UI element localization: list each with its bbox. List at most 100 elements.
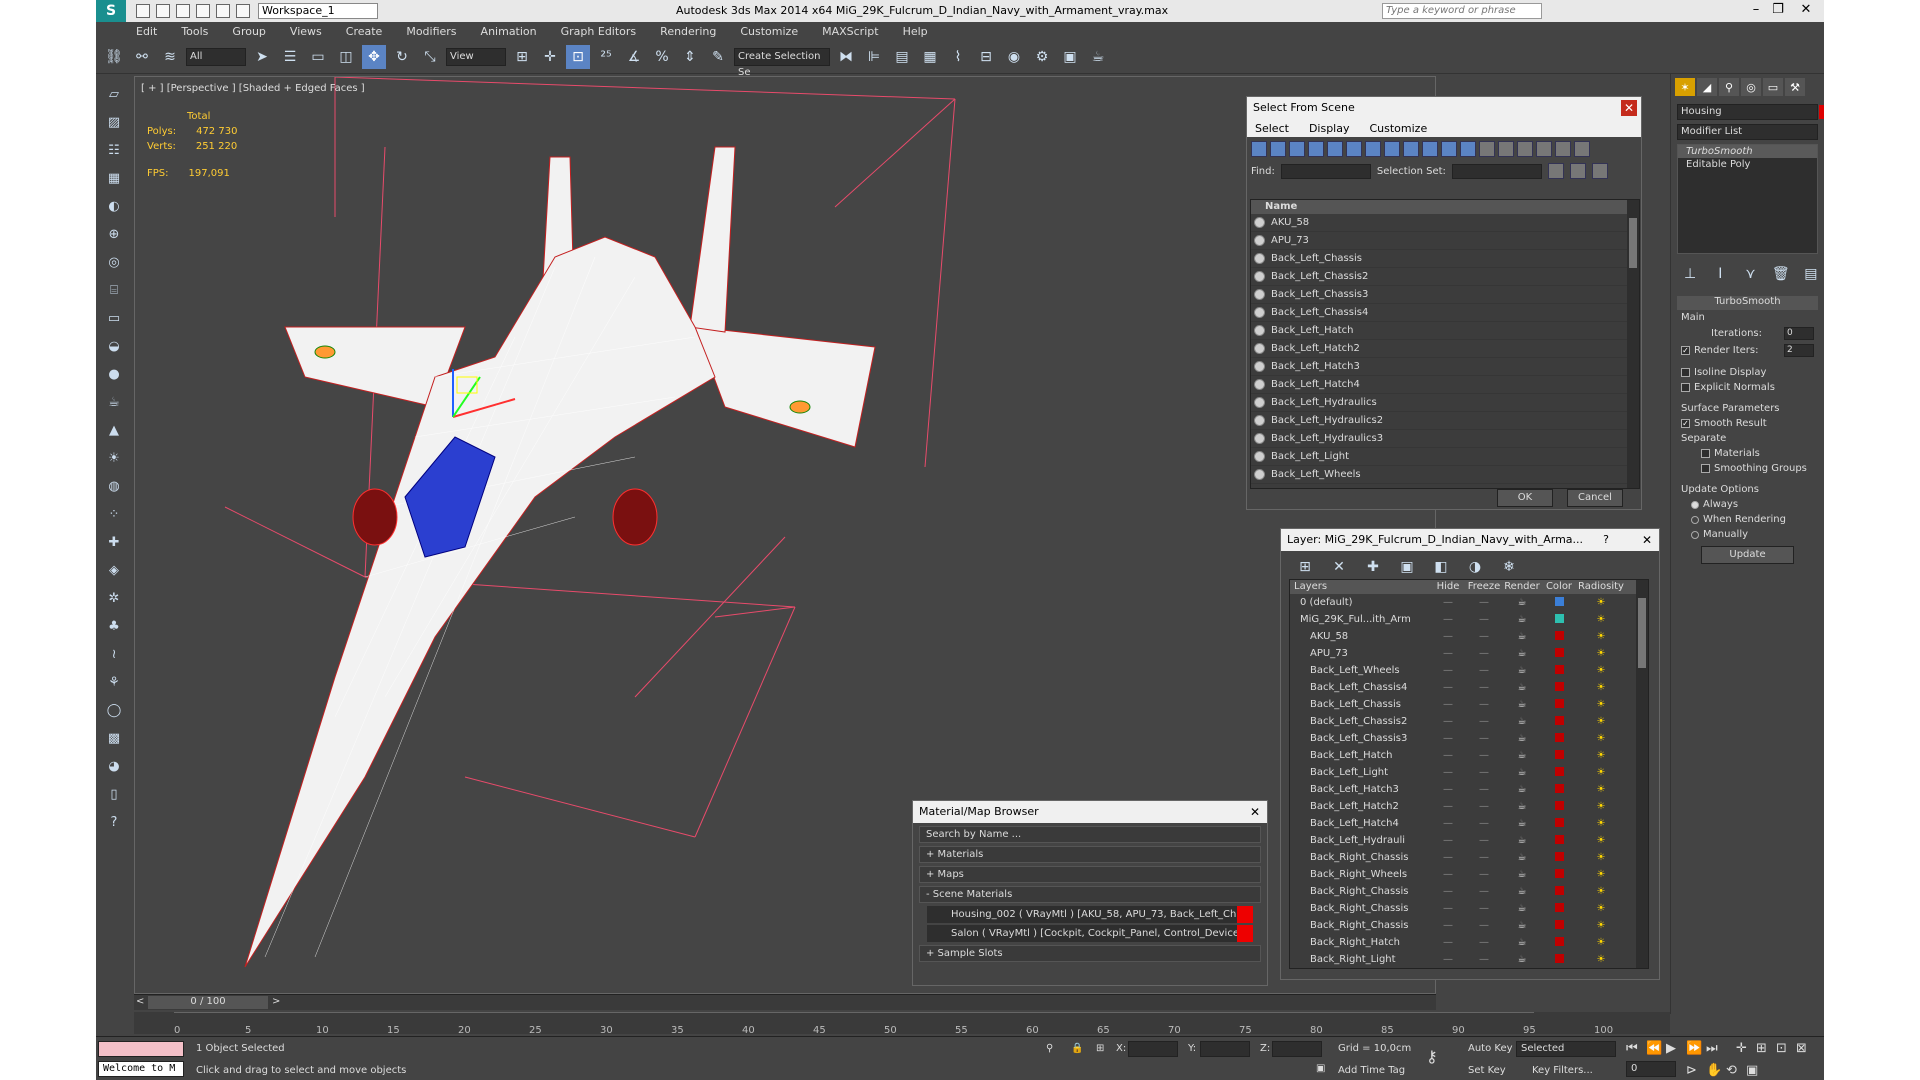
layer-color-cell[interactable] [1542,817,1576,830]
layer-row[interactable]: MiG_29K_Ful...ith_Arm — — ☕ ☀ [1290,611,1648,628]
col-radiosity[interactable]: Radiosity [1576,580,1626,594]
filter-geometry-icon[interactable] [1251,141,1267,157]
list-icon[interactable]: ☷ [102,138,126,162]
hide-toggle-icon[interactable]: — [1430,784,1466,795]
select-in-layer-icon[interactable]: ▣ [1395,555,1419,579]
layer-row[interactable]: Back_Right_Chassis — — ☕ ☀ [1290,883,1648,900]
menu-group[interactable]: Group [232,25,266,38]
freeze-toggle-icon[interactable]: — [1466,954,1502,965]
layer-row[interactable]: Back_Right_Chassis — — ☕ ☀ [1290,900,1648,917]
funnel-icon[interactable] [1536,141,1552,157]
next-frame-icon[interactable]: ⏩ [1686,1041,1702,1056]
layer-row[interactable]: Back_Left_Chassis3— — ☕ ☀ [1290,730,1648,747]
render-toggle-icon[interactable]: ☕ [1502,716,1542,727]
layer-name[interactable]: Back_Left_Chassis4 [1290,682,1430,693]
layer-color-cell[interactable] [1542,902,1576,915]
grid-icon[interactable]: ▦ [102,166,126,190]
render-toggle-icon[interactable]: ☕ [1502,614,1542,625]
sfs-list-item[interactable]: Back_Left_Hatch2 [1251,340,1639,358]
filter-helpers-icon[interactable] [1327,141,1343,157]
menu-maxscript[interactable]: MAXScript [822,25,878,38]
layer-name[interactable]: Back_Left_Hydrauli [1290,835,1430,846]
layer-color-swatch[interactable] [1554,630,1564,640]
sfs-list-item[interactable]: Back_Left_Hatch3 [1251,358,1639,376]
render-toggle-icon[interactable]: ☕ [1502,954,1542,965]
sfs-list-item[interactable]: Back_Left_Hatch [1251,322,1639,340]
selection-set-dropdown[interactable] [1451,163,1542,179]
layer-name[interactable]: Back_Left_Chassis2 [1290,716,1430,727]
sfs-list-item[interactable]: Back_Left_Chassis3 [1251,286,1639,304]
freeze-all-icon[interactable]: ❄ [1497,555,1521,579]
time-next-icon[interactable]: > [272,996,280,1007]
zoom-extents-all-icon[interactable]: ⊠ [1796,1041,1807,1056]
render-toggle-icon[interactable]: ☕ [1502,784,1542,795]
find-input[interactable] [1280,163,1371,179]
layer-color-cell[interactable] [1542,664,1576,677]
layer-color-swatch[interactable] [1554,766,1564,776]
time-tag-icon[interactable]: ▣ [1316,1063,1325,1074]
layer-row[interactable]: Back_Left_Chassis4— — ☕ ☀ [1290,679,1648,696]
x-coord-field[interactable] [1128,1041,1178,1057]
layer-row[interactable]: Back_Right_Chassis — — ☕ ☀ [1290,849,1648,866]
keyboard-shortcut-override-icon[interactable]: ⊡ [566,44,590,69]
layer-color-swatch[interactable] [1554,715,1564,725]
sfs-list-item[interactable]: Back_Left_Chassis [1251,250,1639,268]
col-hide[interactable]: Hide [1430,580,1466,594]
layer-color-swatch[interactable] [1554,596,1564,606]
layer-manager-icon[interactable]: ▤ [890,45,914,69]
go-to-start-icon[interactable]: ⏮ [1626,1041,1638,1056]
freeze-toggle-icon[interactable]: — [1466,937,1502,948]
freeze-toggle-icon[interactable]: — [1466,869,1502,880]
sfs-menu-display[interactable]: Display [1309,122,1350,135]
render-toggle-icon[interactable]: ☕ [1502,869,1542,880]
freeze-toggle-icon[interactable]: — [1466,903,1502,914]
geosphere-icon[interactable]: ◈ [102,558,126,582]
cone-icon[interactable]: ▲ [102,418,126,442]
layer-row[interactable]: Back_Left_Hatch4— — ☕ ☀ [1290,815,1648,832]
sfs-list-item[interactable]: Back_Left_Hydraulics [1251,394,1639,412]
layer-name[interactable]: AKU_58 [1290,631,1430,642]
stack-editable-poly[interactable]: Editable Poly [1678,158,1817,171]
hide-toggle-icon[interactable]: — [1430,767,1466,778]
select-invert-icon[interactable] [1517,141,1533,157]
freeze-toggle-icon[interactable]: — [1466,733,1502,744]
layer-color-cell[interactable] [1542,698,1576,711]
sfs-list-item[interactable]: APU_73 [1251,232,1639,250]
mmb-close-icon[interactable]: ✕ [1247,804,1263,820]
layer-color-swatch[interactable] [1554,919,1564,929]
layer-color-cell[interactable] [1542,715,1576,728]
radiosity-icon[interactable]: ☀ [1576,920,1626,931]
radiosity-icon[interactable]: ☀ [1576,852,1626,863]
mmb-scene-materials-group[interactable]: - Scene Materials [919,886,1261,903]
select-rotate-icon[interactable]: ↻ [390,45,414,69]
layer-color-swatch[interactable] [1554,681,1564,691]
pivot-center-icon[interactable]: ⊞ [510,45,534,69]
max-logo-icon[interactable]: S [96,0,126,22]
hide-toggle-icon[interactable]: — [1430,852,1466,863]
radiosity-icon[interactable]: ☀ [1576,903,1626,914]
render-toggle-icon[interactable]: ☕ [1502,682,1542,693]
layer-name[interactable]: Back_Left_Chassis3 [1290,733,1430,744]
graphite-toggle-icon[interactable]: ▦ [918,45,942,69]
hide-toggle-icon[interactable]: — [1430,903,1466,914]
sun-icon[interactable]: ☀ [102,446,126,470]
update-button[interactable]: Update [1701,546,1794,564]
freeze-toggle-icon[interactable]: — [1466,682,1502,693]
mmb-maps-group[interactable]: + Maps [919,866,1261,883]
schematic-view-icon[interactable]: ⊟ [974,45,998,69]
z-coord-field[interactable] [1272,1041,1322,1057]
hemisphere-icon[interactable]: ◒ [102,334,126,358]
freeze-toggle-icon[interactable]: — [1466,648,1502,659]
radiosity-icon[interactable]: ☀ [1576,835,1626,846]
hide-toggle-icon[interactable]: — [1430,869,1466,880]
render-toggle-icon[interactable]: ☕ [1502,750,1542,761]
layer-name[interactable]: Back_Right_Light [1290,954,1430,965]
col-freeze[interactable]: Freeze [1466,580,1502,594]
sfs-list-item[interactable]: Back_Left_Hydraulics3 [1251,430,1639,448]
field-of-view-icon[interactable]: ⊳ [1686,1063,1697,1078]
layer-row[interactable]: AKU_58— — ☕ ☀ [1290,628,1648,645]
select-scale-icon[interactable]: ⤡ [418,45,442,69]
create-layer-icon[interactable]: ⊞ [1293,555,1317,579]
freeze-toggle-icon[interactable]: — [1466,835,1502,846]
layer-color-swatch[interactable] [1554,664,1564,674]
